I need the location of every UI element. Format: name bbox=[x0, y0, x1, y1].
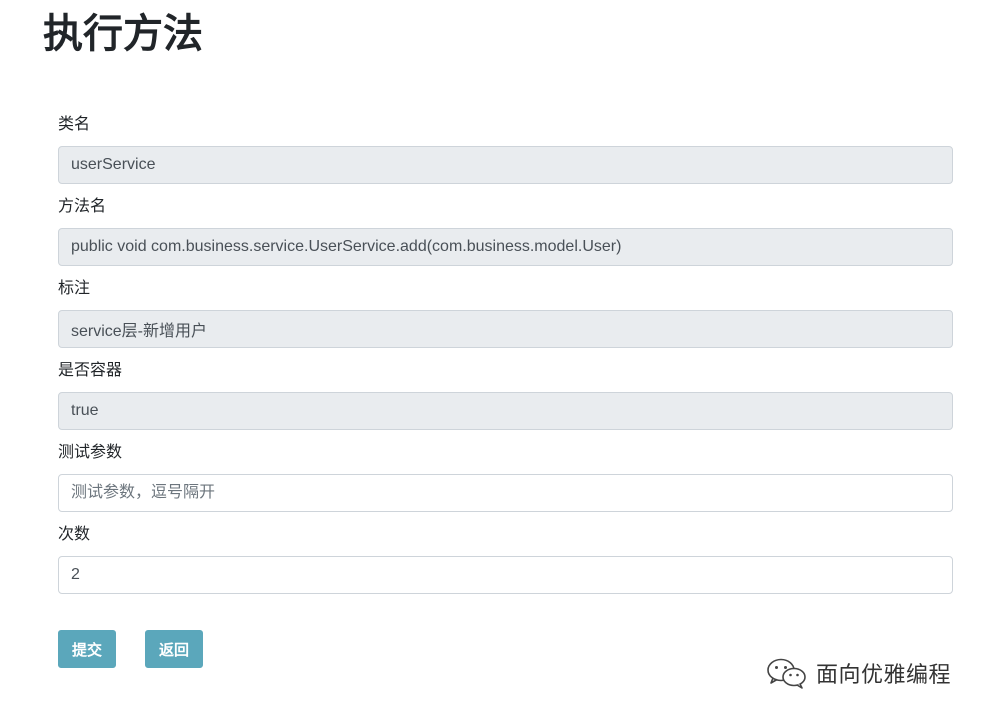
watermark: 面向优雅编程 bbox=[766, 657, 951, 689]
is-container-label: 是否容器 bbox=[58, 360, 123, 379]
method-name-input[interactable] bbox=[58, 228, 953, 266]
annotation-group: 标注 bbox=[58, 276, 953, 348]
test-params-input[interactable] bbox=[58, 474, 953, 512]
annotation-input[interactable] bbox=[58, 310, 953, 348]
class-name-label: 类名 bbox=[58, 114, 91, 133]
method-form: 类名 方法名 标注 是否容器 测试参数 次数 bbox=[58, 112, 953, 604]
test-params-group: 测试参数 bbox=[58, 440, 953, 512]
class-name-group: 类名 bbox=[58, 112, 953, 184]
is-container-input[interactable] bbox=[58, 392, 953, 430]
method-name-group: 方法名 bbox=[58, 194, 953, 266]
is-container-group: 是否容器 bbox=[58, 358, 953, 430]
wechat-icon bbox=[767, 658, 806, 689]
watermark-text: 面向优雅编程 bbox=[816, 663, 952, 688]
count-group: 次数 bbox=[58, 522, 953, 594]
back-button[interactable]: 返回 bbox=[145, 630, 203, 668]
submit-button[interactable]: 提交 bbox=[58, 630, 116, 668]
annotation-label: 标注 bbox=[58, 278, 91, 297]
count-input[interactable] bbox=[58, 556, 953, 594]
class-name-input[interactable] bbox=[58, 146, 953, 184]
form-actions: 提交 返回 bbox=[58, 630, 203, 668]
count-label: 次数 bbox=[58, 524, 91, 543]
test-params-label: 测试参数 bbox=[58, 442, 123, 461]
page: 执行方法 类名 方法名 标注 是否容器 测试参数 次数 提交 返回 bbox=[0, 0, 991, 717]
method-name-label: 方法名 bbox=[58, 196, 107, 215]
page-title: 执行方法 bbox=[43, 11, 203, 57]
